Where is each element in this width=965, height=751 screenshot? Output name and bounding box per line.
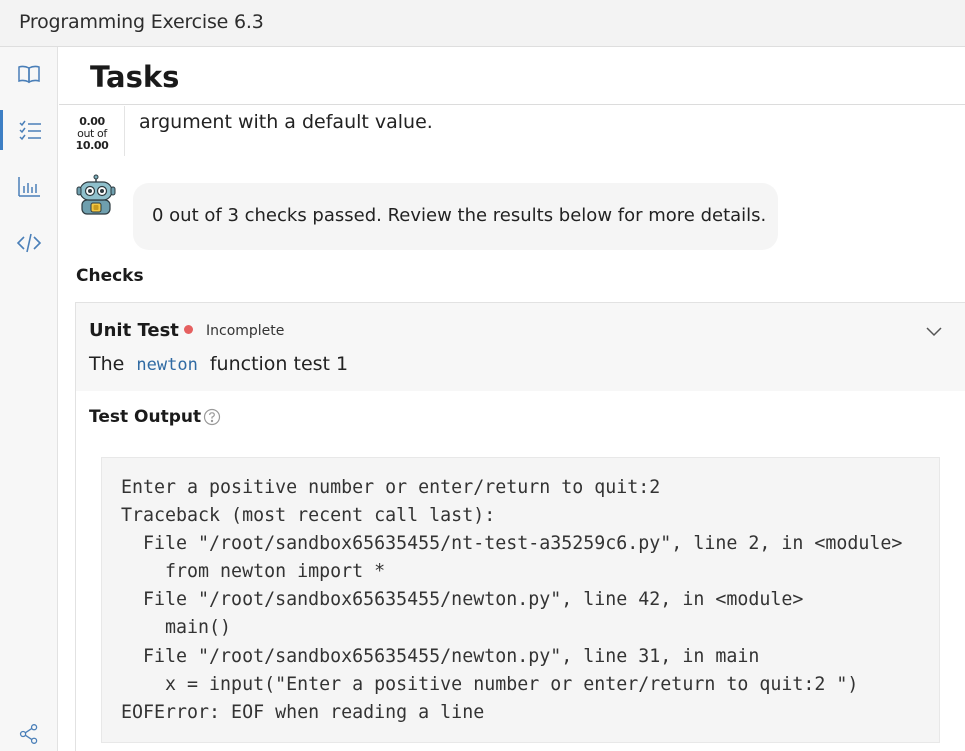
- sidebar-item-code[interactable]: [0, 223, 57, 263]
- sidebar: [0, 47, 58, 751]
- sidebar-item-book[interactable]: [0, 54, 57, 94]
- bot-message: 0 out of 3 checks passed. Review the res…: [152, 205, 767, 226]
- function-name: newton: [136, 355, 198, 375]
- title-bar: Programming Exercise 6.3: [0, 0, 965, 47]
- sidebar-item-stats[interactable]: [0, 167, 57, 207]
- status-badge: Incomplete: [206, 323, 285, 339]
- check-title: Unit Test: [89, 320, 179, 341]
- share-button[interactable]: [0, 714, 57, 751]
- checks-heading: Checks: [76, 266, 144, 286]
- window-title: Programming Exercise 6.3: [19, 11, 264, 33]
- chevron-down-icon[interactable]: [924, 321, 944, 341]
- check-description-suffix: function test 1: [209, 353, 349, 375]
- status-dot: [184, 325, 193, 334]
- sidebar-item-tasks[interactable]: [0, 110, 57, 150]
- share-icon: [19, 724, 37, 744]
- robot-avatar: [76, 174, 116, 215]
- score-badge: 0.00 out of 10.00: [60, 106, 125, 156]
- book-icon: [17, 65, 40, 84]
- test-output-text: Enter a positive number or enter/return …: [121, 477, 903, 723]
- page-title: Tasks: [90, 60, 180, 94]
- test-output-box: Enter a positive number or enter/return …: [101, 457, 940, 743]
- bot-message-bubble: 0 out of 3 checks passed. Review the res…: [133, 183, 778, 250]
- task-description: argument with a default value.: [139, 111, 433, 133]
- check-header[interactable]: Unit Test Incomplete The newton function…: [76, 303, 965, 391]
- code-icon: [16, 233, 41, 253]
- question-icon[interactable]: [203, 408, 221, 426]
- score-max: 10.00: [75, 139, 109, 152]
- main-header: Tasks: [59, 47, 965, 105]
- test-output-label: Test Output: [89, 407, 202, 427]
- check-description-prefix: The: [89, 353, 125, 375]
- check-card: Unit Test Incomplete The newton function…: [75, 302, 965, 751]
- check-description: The newton function test 1: [89, 353, 348, 375]
- bar-chart-icon: [17, 177, 40, 197]
- checklist-icon: [19, 120, 41, 141]
